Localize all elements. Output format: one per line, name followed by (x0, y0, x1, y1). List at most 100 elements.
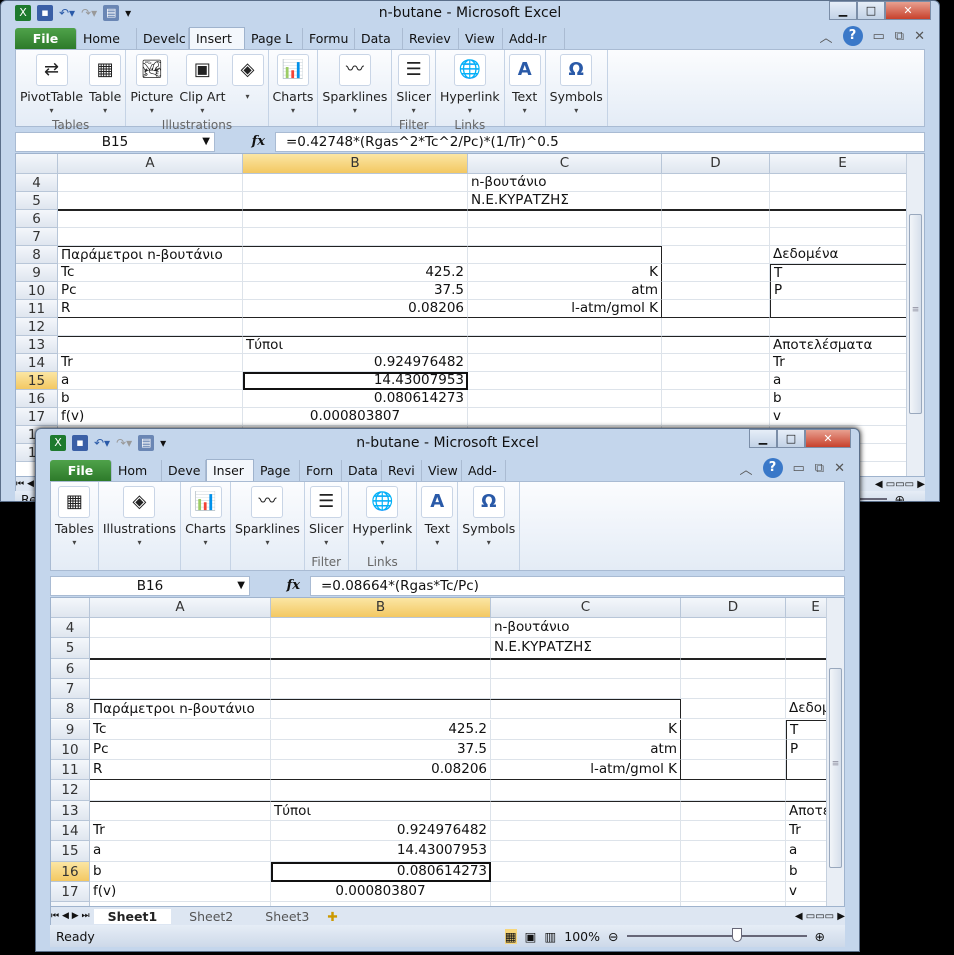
cell-B11[interactable]: 0.08206 (243, 300, 468, 318)
tab-develc[interactable]: Develc (137, 28, 189, 49)
undo-icon[interactable]: ↶▾ (94, 436, 110, 450)
row-header-15[interactable]: 15 (16, 372, 58, 390)
cell-B10[interactable]: 37.5 (271, 739, 491, 761)
text-button[interactable]: A Text ▾ (421, 484, 454, 555)
tab-deve[interactable]: Deve (162, 460, 206, 481)
close-button[interactable]: ✕ (805, 429, 851, 448)
cell-A8[interactable]: Παράμετροι n-βουτάνιο (58, 246, 243, 264)
sparklines-button[interactable]: 〰 Sparklines ▾ (322, 52, 387, 118)
cell-A4[interactable] (58, 174, 243, 192)
cell-A11[interactable]: R (58, 300, 243, 318)
zoom-slider[interactable] (626, 928, 807, 942)
cell-A5[interactable] (58, 192, 243, 210)
cell-C14[interactable] (491, 821, 681, 842)
cell-B11[interactable]: 0.08206 (271, 760, 491, 781)
cell-C10[interactable]: atm (468, 282, 662, 300)
zoom-level[interactable]: 100% (564, 929, 600, 944)
name-box-dropdown-icon[interactable]: ▼ (237, 577, 245, 595)
sheet-nav-icon[interactable]: ⏮ ◀ ▶ ⏭ (51, 911, 90, 921)
collapse-ribbon-icon[interactable]: ︿ (739, 459, 752, 478)
tab-view[interactable]: View (459, 28, 503, 49)
insert-function-icon[interactable]: fx (250, 578, 310, 593)
undo-icon[interactable]: ↶▾ (59, 6, 75, 20)
cell-A9[interactable]: Tc (90, 719, 271, 740)
cell-E15[interactable]: a (770, 372, 916, 390)
charts-button[interactable]: 📊 Charts ▾ (185, 484, 226, 555)
cell-B14[interactable]: 0.924976482 (243, 354, 468, 372)
cell-B14[interactable]: 0.924976482 (271, 821, 491, 842)
tab-home[interactable]: Home (77, 28, 137, 49)
cell-A12[interactable] (90, 780, 271, 801)
cell-B16[interactable]: 0.080614273 (243, 390, 468, 408)
tab-data[interactable]: Data (355, 28, 403, 49)
cell-B4[interactable] (271, 618, 491, 639)
row-header-11[interactable]: 11 (16, 300, 58, 318)
zoom-in-icon[interactable]: ⊕ (895, 492, 905, 502)
cell-D8[interactable] (662, 246, 770, 264)
cell-B9[interactable]: 425.2 (243, 264, 468, 282)
cell-C12[interactable] (491, 780, 681, 801)
text-button[interactable]: A Text ▾ (508, 52, 541, 118)
tab-insert[interactable]: Insert (189, 27, 245, 49)
tab-forn[interactable]: Forn (300, 460, 342, 481)
cell-B6[interactable] (271, 658, 491, 679)
cell-D18[interactable] (681, 902, 786, 906)
close-button[interactable]: ✕ (885, 1, 931, 20)
cell-C13[interactable] (468, 336, 662, 354)
sheet-tab-sheet1[interactable]: Sheet1 (93, 908, 172, 924)
cell-B5[interactable] (271, 638, 491, 659)
cell-D11[interactable] (662, 300, 770, 318)
customize-toolbar-icon[interactable]: ▾ (160, 436, 166, 450)
cell-A16[interactable]: b (90, 861, 271, 882)
cell-D10[interactable] (681, 739, 786, 761)
cell-C11[interactable]: l-atm/gmol K (491, 760, 681, 781)
cell-A10[interactable]: Pc (90, 739, 271, 761)
cell-B13[interactable]: Τύποι (243, 336, 468, 354)
cell-E10[interactable]: P (770, 282, 916, 300)
hyperlink-button[interactable]: 🌐 Hyperlink ▾ (353, 484, 412, 555)
row-header-15[interactable]: 15 (51, 841, 90, 862)
hyperlink-button[interactable]: 🌐 Hyperlink ▾ (440, 52, 500, 118)
cell-C11[interactable]: l-atm/gmol K (468, 300, 662, 318)
cell-D13[interactable] (662, 336, 770, 354)
formula-input[interactable]: =0.08664*(Rgas*Tc/Pc) (310, 575, 845, 596)
cell-B4[interactable] (243, 174, 468, 192)
table-button[interactable]: ▦ Table ▾ (89, 52, 121, 118)
cell-E6[interactable] (770, 210, 916, 228)
clip-art-button[interactable]: ▣ Clip Art ▾ (179, 52, 226, 118)
row-header-7[interactable]: 7 (16, 228, 58, 246)
row-header-4[interactable]: 4 (16, 174, 58, 192)
cell-B12[interactable] (243, 318, 468, 336)
cell-C14[interactable] (468, 354, 662, 372)
tables-button[interactable]: ▦ Tables ▾ (55, 484, 94, 555)
minimize-button[interactable]: ▁ (829, 1, 857, 20)
cell-D9[interactable] (662, 264, 770, 282)
cell-A7[interactable] (58, 228, 243, 246)
cell-C9[interactable]: K (468, 264, 662, 282)
tab-inser[interactable]: Inser (206, 459, 254, 481)
tab-formu[interactable]: Formu (303, 28, 355, 49)
row-header-14[interactable]: 14 (51, 821, 90, 842)
slicer-button[interactable]: ☰ Slicer ▾ (396, 52, 431, 118)
cell-A7[interactable] (90, 678, 271, 700)
select-all-corner[interactable] (51, 598, 90, 618)
cell-B12[interactable] (271, 780, 491, 801)
cell-D6[interactable] (681, 658, 786, 679)
cell-E12[interactable] (770, 318, 916, 336)
cell-C10[interactable]: atm (491, 739, 681, 761)
cell-C18[interactable] (491, 902, 681, 906)
cell-C7[interactable] (491, 678, 681, 700)
symbols-button[interactable]: Ω Symbols ▾ (462, 484, 515, 555)
cell-C15[interactable] (468, 372, 662, 390)
cell-A10[interactable]: Pc (58, 282, 243, 300)
cell-A9[interactable]: Tc (58, 264, 243, 282)
cell-B16[interactable]: 0.080614273 (271, 861, 491, 882)
more-button[interactable]: ◈ ▾ (231, 52, 264, 118)
cell-B17[interactable]: 0.000803807 (271, 881, 491, 903)
help-icon[interactable]: ? (842, 26, 863, 46)
tab-file[interactable]: File (15, 28, 77, 49)
cell-A11[interactable]: R (90, 760, 271, 781)
cell-E14[interactable]: Tr (770, 354, 916, 372)
cell-E4[interactable] (770, 174, 916, 192)
cell-E7[interactable] (770, 228, 916, 246)
